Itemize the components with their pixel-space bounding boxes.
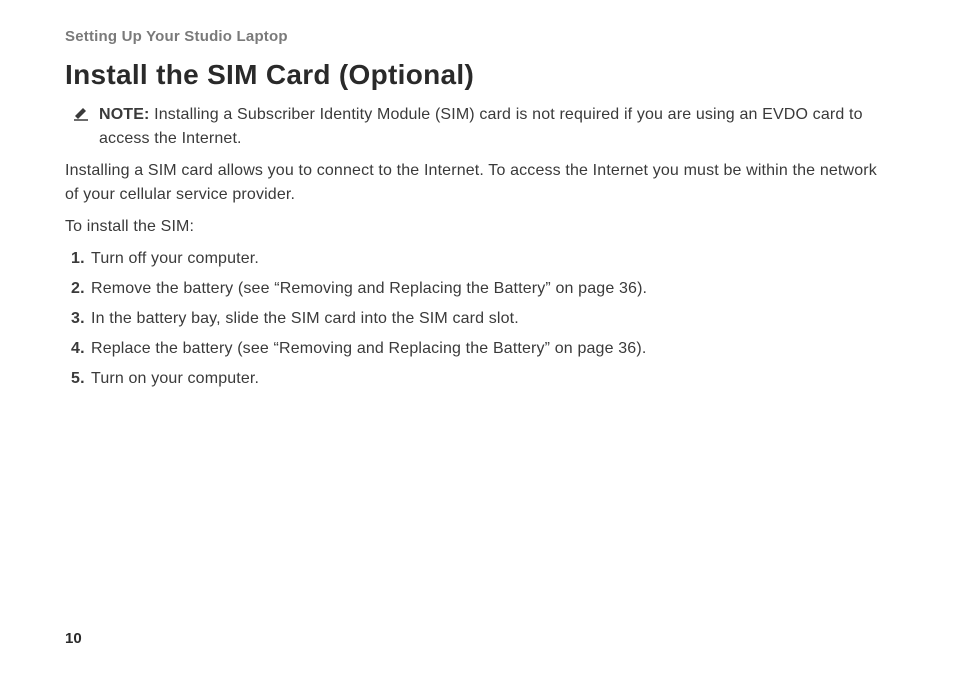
list-item: Turn on your computer. [65, 367, 889, 391]
page-number: 10 [65, 630, 82, 647]
note-body: Installing a Subscriber Identity Module … [99, 106, 863, 147]
note-text: NOTE: Installing a Subscriber Identity M… [99, 103, 889, 151]
page-title: Install the SIM Card (Optional) [65, 59, 889, 91]
list-item: Replace the battery (see “Removing and R… [65, 337, 889, 361]
list-item: In the battery bay, slide the SIM card i… [65, 307, 889, 331]
list-item: Remove the battery (see “Removing and Re… [65, 277, 889, 301]
note-label: NOTE: [99, 106, 150, 123]
note-block: NOTE: Installing a Subscriber Identity M… [65, 103, 889, 151]
list-item: Turn off your computer. [65, 247, 889, 271]
intro-paragraph: Installing a SIM card allows you to conn… [65, 159, 889, 207]
note-pencil-icon [73, 105, 89, 126]
instruction-lead: To install the SIM: [65, 215, 889, 239]
steps-list: Turn off your computer. Remove the batte… [65, 247, 889, 391]
section-header: Setting Up Your Studio Laptop [65, 28, 889, 45]
